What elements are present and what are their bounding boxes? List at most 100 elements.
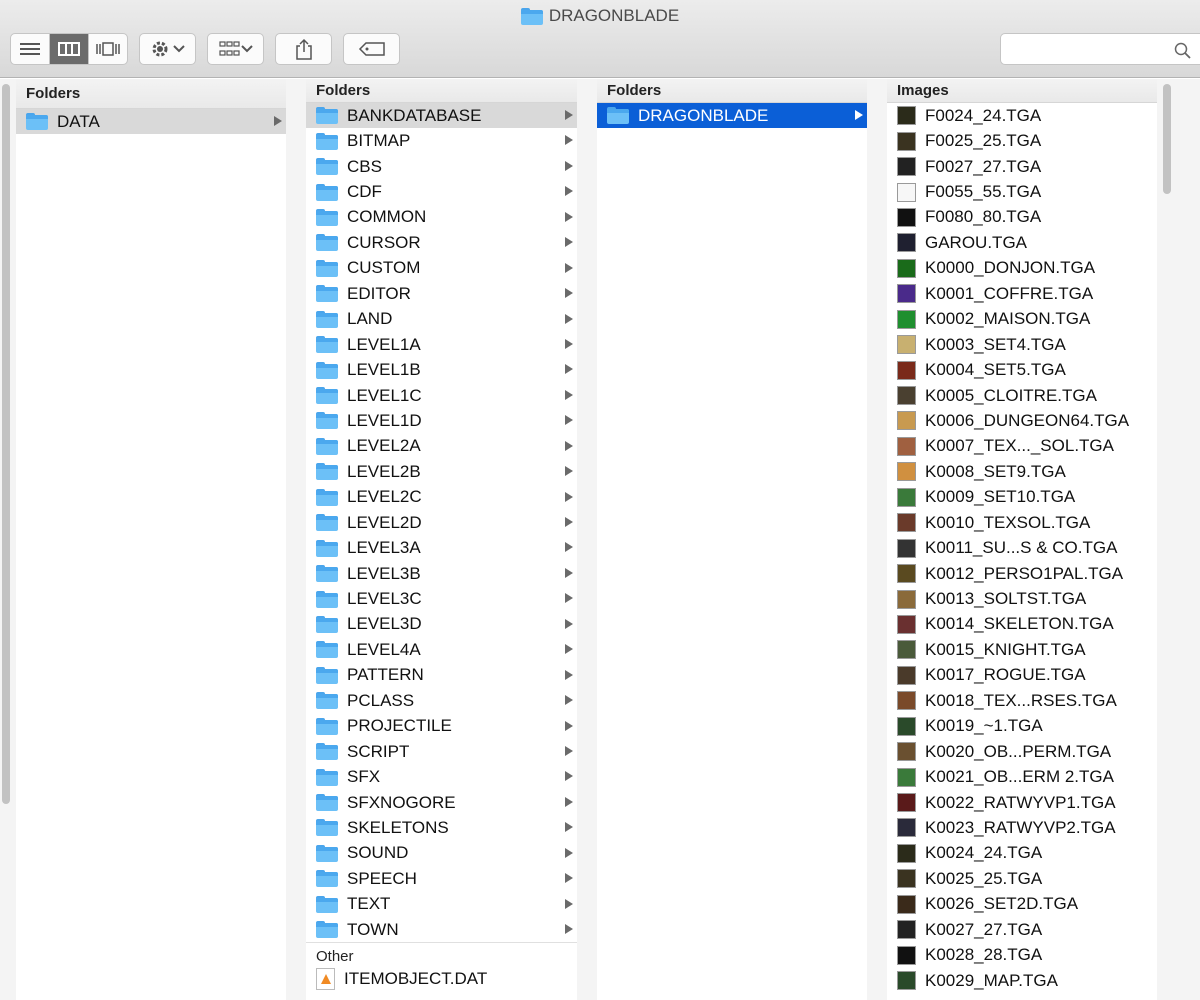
column-divider[interactable]: [286, 79, 306, 1000]
image-file-row[interactable]: K0020_OB...PERM.TGA: [887, 739, 1157, 764]
item-label: PATTERN: [347, 665, 424, 685]
image-file-row[interactable]: K0025_25.TGA: [887, 866, 1157, 891]
share-button[interactable]: [275, 33, 332, 65]
image-file-row[interactable]: K0013_SOLTST.TGA: [887, 586, 1157, 611]
disclosure-arrow-icon: [565, 873, 573, 884]
image-file-row[interactable]: K0017_ROGUE.TGA: [887, 663, 1157, 688]
folder-row[interactable]: PROJECTILE: [306, 714, 577, 739]
folder-row[interactable]: TEXT: [306, 892, 577, 917]
tag-button[interactable]: [343, 33, 400, 65]
folder-row[interactable]: LEVEL1C: [306, 383, 577, 408]
folder-icon: [316, 285, 338, 303]
folder-row[interactable]: LEVEL2B: [306, 459, 577, 484]
image-file-row[interactable]: K0028_28.TGA: [887, 942, 1157, 967]
folder-row[interactable]: TOWN: [306, 917, 577, 942]
image-file-row[interactable]: K0006_DUNGEON64.TGA: [887, 408, 1157, 433]
folder-icon: [26, 113, 48, 131]
chevron-down-icon: [172, 45, 185, 53]
image-thumbnail-icon: [897, 691, 916, 711]
image-file-row[interactable]: K0000_DONJON.TGA: [887, 256, 1157, 281]
folder-row[interactable]: LEVEL3C: [306, 586, 577, 611]
column-view-button[interactable]: [50, 34, 89, 64]
folder-row[interactable]: DATA: [16, 109, 286, 135]
folder-row[interactable]: CURSOR: [306, 230, 577, 255]
image-file-row[interactable]: GAROU.TGA: [887, 230, 1157, 255]
image-file-row[interactable]: K0015_KNIGHT.TGA: [887, 637, 1157, 662]
column-3: Folders DRAGONBLADE: [597, 79, 867, 1000]
file-row[interactable]: ITEMOBJECT.DAT: [306, 966, 577, 991]
folder-row[interactable]: LEVEL2C: [306, 485, 577, 510]
folder-row[interactable]: SFX: [306, 764, 577, 789]
item-label: K0011_SU...S & CO.TGA: [925, 538, 1118, 558]
image-file-row[interactable]: K0014_SKELETON.TGA: [887, 612, 1157, 637]
folder-icon: [316, 234, 338, 252]
image-file-row[interactable]: K0021_OB...ERM 2.TGA: [887, 764, 1157, 789]
arrange-menu-button[interactable]: [207, 33, 264, 65]
image-file-row[interactable]: K0005_CLOITRE.TGA: [887, 383, 1157, 408]
folder-row[interactable]: LEVEL2A: [306, 434, 577, 459]
image-file-row[interactable]: K0008_SET9.TGA: [887, 459, 1157, 484]
image-file-row[interactable]: F0080_80.TGA: [887, 205, 1157, 230]
folder-row[interactable]: LEVEL3D: [306, 612, 577, 637]
image-thumbnail-icon: [897, 818, 916, 838]
folder-row[interactable]: LEVEL3A: [306, 535, 577, 560]
image-file-row[interactable]: K0012_PERSO1PAL.TGA: [887, 561, 1157, 586]
image-file-row[interactable]: K0018_TEX...RSES.TGA: [887, 688, 1157, 713]
scrollbar-thumb[interactable]: [2, 84, 10, 804]
image-file-row[interactable]: F0024_24.TGA: [887, 103, 1157, 128]
folder-row[interactable]: COMMON: [306, 205, 577, 230]
disclosure-arrow-icon: [565, 288, 573, 299]
coverflow-view-button[interactable]: [89, 34, 127, 64]
item-label: K0004_SET5.TGA: [925, 360, 1066, 380]
folder-row[interactable]: PCLASS: [306, 688, 577, 713]
folder-row[interactable]: SCRIPT: [306, 739, 577, 764]
image-file-row[interactable]: K0019_~1.TGA: [887, 714, 1157, 739]
image-file-row[interactable]: K0007_TEX..._SOL.TGA: [887, 434, 1157, 459]
image-file-row[interactable]: K0026_SET2D.TGA: [887, 892, 1157, 917]
image-file-row[interactable]: K0009_SET10.TGA: [887, 485, 1157, 510]
folder-row[interactable]: CDF: [306, 179, 577, 204]
action-menu-button[interactable]: [139, 33, 196, 65]
folder-row[interactable]: LEVEL2D: [306, 510, 577, 535]
image-file-row[interactable]: K0003_SET4.TGA: [887, 332, 1157, 357]
folder-row[interactable]: DRAGONBLADE: [597, 103, 867, 129]
image-file-row[interactable]: F0027_27.TGA: [887, 154, 1157, 179]
folder-row[interactable]: LAND: [306, 307, 577, 332]
folder-row[interactable]: BANKDATABASE: [306, 103, 577, 129]
folder-row[interactable]: CBS: [306, 154, 577, 179]
item-label: K0022_RATWYVP1.TGA: [925, 792, 1116, 812]
column-divider[interactable]: [867, 79, 887, 1000]
image-file-row[interactable]: K0011_SU...S & CO.TGA: [887, 535, 1157, 560]
folder-row[interactable]: SOUND: [306, 841, 577, 866]
folder-row[interactable]: SFXNOGORE: [306, 790, 577, 815]
folder-row[interactable]: BITMAP: [306, 128, 577, 153]
list-view-button[interactable]: [11, 34, 50, 64]
image-file-row[interactable]: K0001_COFFRE.TGA: [887, 281, 1157, 306]
image-file-row[interactable]: K0002_MAISON.TGA: [887, 307, 1157, 332]
folder-row[interactable]: PATTERN: [306, 663, 577, 688]
image-file-row[interactable]: K0024_24.TGA: [887, 841, 1157, 866]
folder-row[interactable]: LEVEL1D: [306, 408, 577, 433]
image-file-row[interactable]: K0029_MAP.TGA: [887, 968, 1157, 993]
folder-row[interactable]: CUSTOM: [306, 256, 577, 281]
folder-row[interactable]: LEVEL1B: [306, 357, 577, 382]
search-field[interactable]: [1000, 33, 1200, 65]
folder-row[interactable]: LEVEL1A: [306, 332, 577, 357]
image-file-row[interactable]: K0010_TEXSOL.TGA: [887, 510, 1157, 535]
column-divider[interactable]: [577, 79, 597, 1000]
image-file-row[interactable]: F0025_25.TGA: [887, 128, 1157, 153]
image-thumbnail-icon: [897, 869, 916, 889]
folder-row[interactable]: LEVEL4A: [306, 637, 577, 662]
image-file-row[interactable]: K0023_RATWYVP2.TGA: [887, 815, 1157, 840]
folder-row[interactable]: SKELETONS: [306, 815, 577, 840]
image-file-row[interactable]: K0027_27.TGA: [887, 917, 1157, 942]
image-file-row[interactable]: K0004_SET5.TGA: [887, 357, 1157, 382]
folder-row[interactable]: LEVEL3B: [306, 561, 577, 586]
image-file-row[interactable]: K0022_RATWYVP1.TGA: [887, 790, 1157, 815]
item-label: K0003_SET4.TGA: [925, 334, 1066, 354]
image-file-row[interactable]: F0055_55.TGA: [887, 179, 1157, 204]
folder-row[interactable]: SPEECH: [306, 866, 577, 891]
folder-icon: [316, 615, 338, 633]
folder-row[interactable]: EDITOR: [306, 281, 577, 306]
scrollbar-thumb[interactable]: [1163, 84, 1171, 194]
